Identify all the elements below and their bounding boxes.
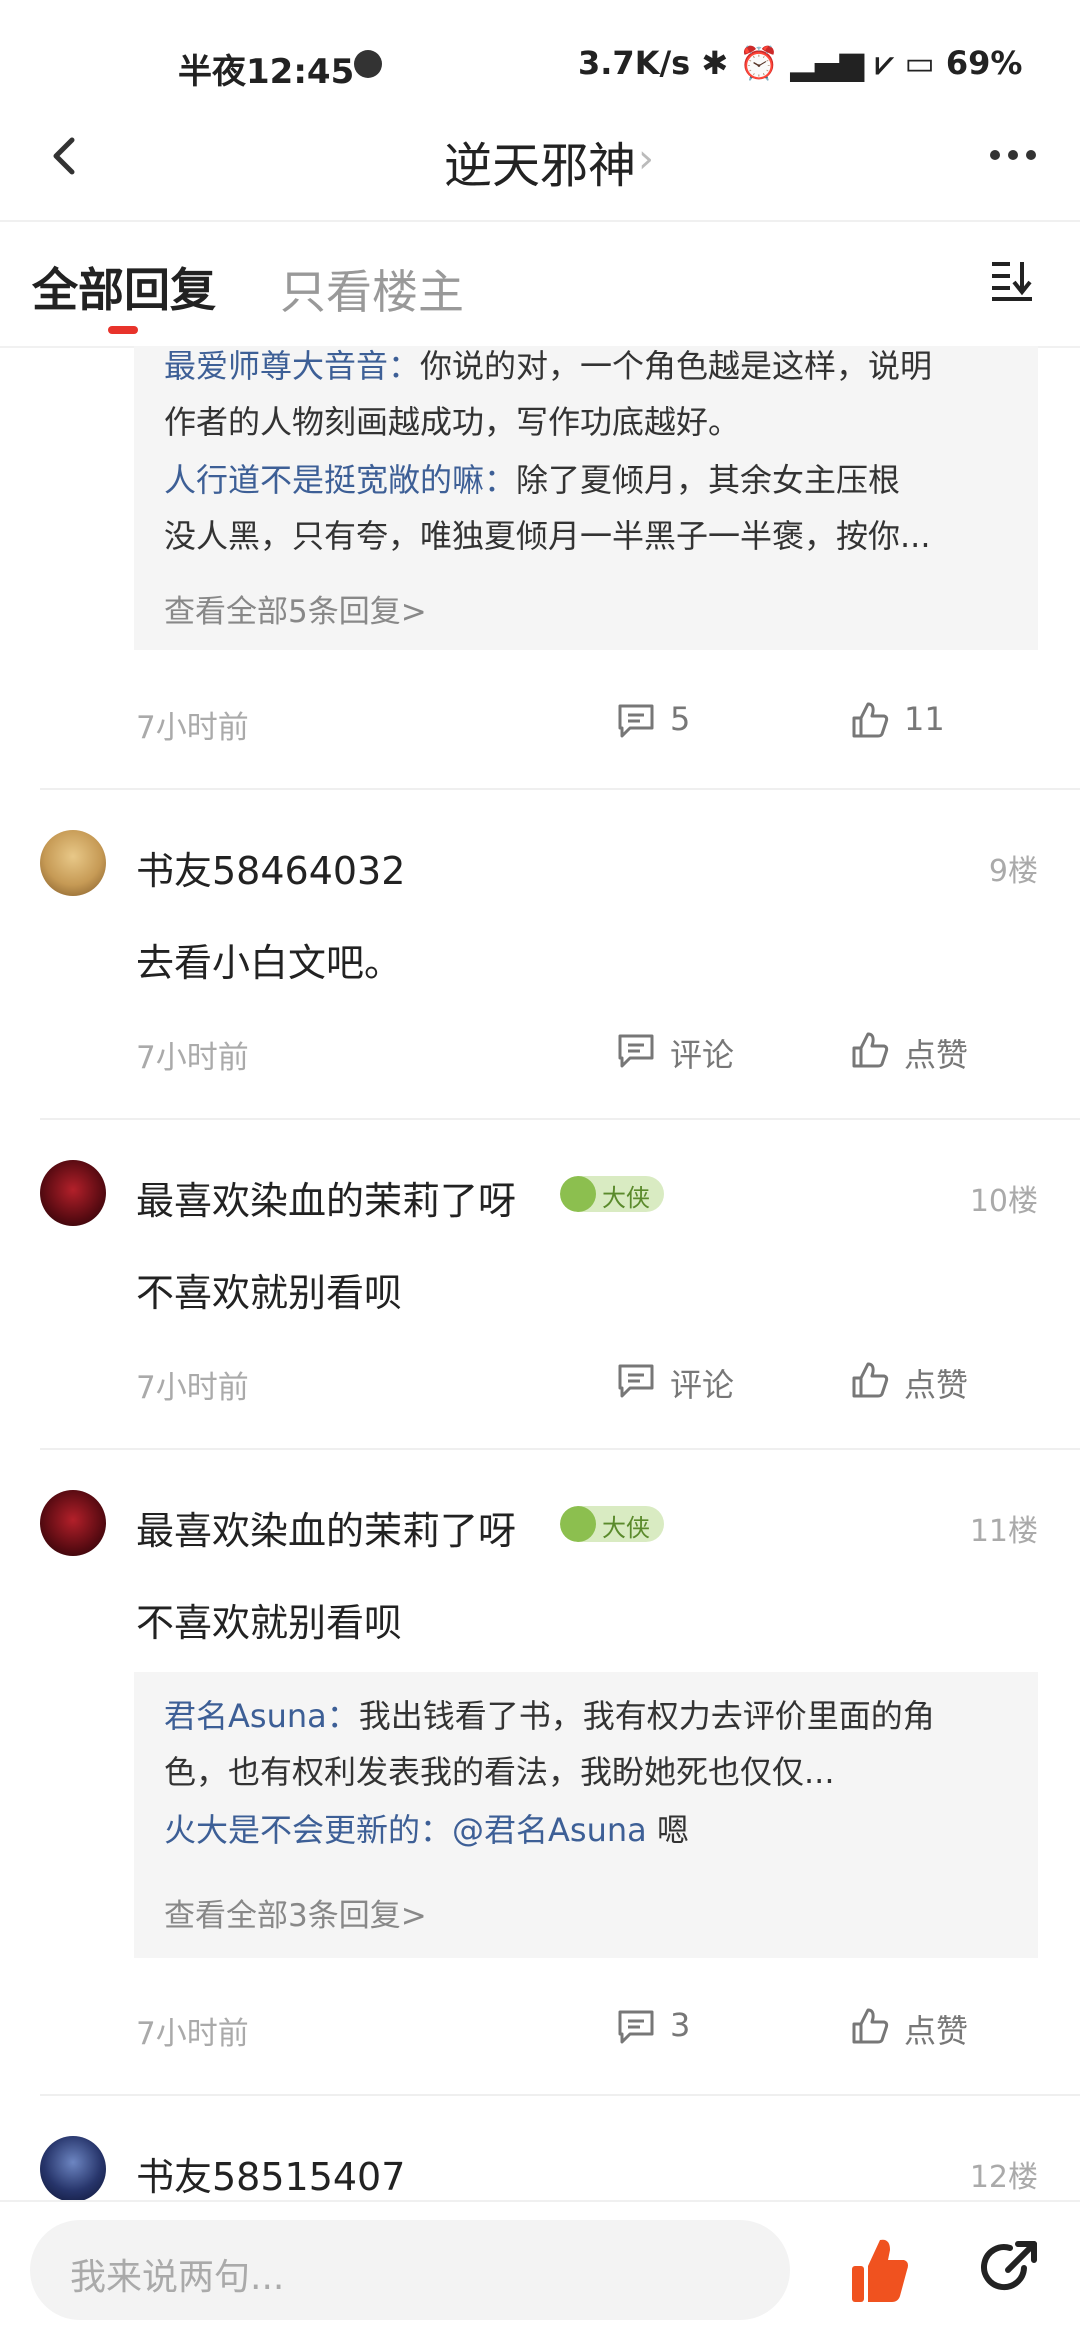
comment-count[interactable]: 5 — [670, 700, 690, 738]
reply-preview-line: 人行道不是挺宽敞的嘛：除了夏倾月，其余女主压根 — [164, 452, 900, 508]
username[interactable]: 书友58464032 — [136, 840, 405, 895]
username[interactable]: 书友58515407 — [136, 2146, 405, 2201]
avatar[interactable] — [40, 830, 106, 896]
reply-preview-line: 没人黑，只有夸，唯独夏倾月一半黑子一半褒，按你... — [164, 508, 931, 564]
more-icon[interactable] — [990, 145, 1044, 164]
comment-count[interactable]: 3 — [670, 2006, 690, 2044]
post-divider — [40, 1448, 1080, 1450]
comment-input-placeholder: 我来说两句... — [70, 2257, 285, 2298]
reply-preview-box[interactable]: 君名Asuna：我出钱看了书，我有权力去评价里面的角 色，也有权利发表我的看法，… — [134, 1672, 1038, 1958]
reply-preview-line: 最爱师尊大音音：你说的对，一个角色越是这样，说明 — [164, 338, 932, 394]
like-button[interactable]: 点赞 — [904, 1360, 968, 1406]
reply-preview-box[interactable]: 最爱师尊大音音：你说的对，一个角色越是这样，说明 作者的人物刻画越成功，写作功底… — [134, 346, 1038, 650]
post-content[interactable]: 去看小白文吧。 — [136, 932, 402, 987]
comment-button[interactable]: 评论 — [670, 1030, 734, 1076]
reply-text: 我出钱看了书，我有权力去评价里面的角 — [358, 1697, 935, 1735]
username[interactable]: 最喜欢染血的茉莉了呀 — [136, 1500, 516, 1555]
reply-text: 作者的人物刻画越成功，写作功底越好。 — [164, 403, 741, 441]
reply-author[interactable]: 人行道不是挺宽敞的嘛： — [164, 461, 516, 499]
reply-preview-line: 色，也有权利发表我的看法，我盼她死也仅仅... — [164, 1744, 835, 1800]
reply-text: 除了夏倾月，其余女主压根 — [516, 461, 901, 499]
like-icon[interactable] — [850, 2006, 890, 2046]
reply-text: 你说的对，一个角色越是这样，说明 — [420, 347, 933, 385]
like-button[interactable]: 点赞 — [904, 1030, 968, 1076]
post-content[interactable]: 不喜欢就别看呗 — [136, 1592, 402, 1647]
post-content[interactable]: 不喜欢就别看呗 — [136, 1262, 402, 1317]
post-time: 7小时前 — [136, 710, 249, 746]
view-all-replies-link[interactable]: 查看全部5条回复> — [164, 586, 427, 631]
reply-preview-line: 君名Asuna：我出钱看了书，我有权力去评价里面的角 — [164, 1688, 935, 1744]
level-badge: 大侠 — [560, 1176, 664, 1212]
chevron-right-icon: › — [638, 136, 654, 182]
tab-active-indicator — [108, 326, 138, 334]
reply-text: 色，也有权利发表我的看法，我盼她死也仅仅... — [164, 1753, 835, 1791]
floor-number: 11楼 — [969, 1514, 1038, 1549]
sort-icon[interactable] — [990, 258, 1034, 302]
post-time: 7小时前 — [136, 2016, 249, 2052]
reply-author[interactable]: 火大是不会更新的： — [164, 1811, 452, 1849]
tab-owner-only[interactable]: 只看楼主 — [280, 256, 464, 322]
nav-divider — [0, 220, 1080, 222]
post-divider — [40, 788, 1080, 790]
reply-text: 嗯 — [646, 1811, 689, 1849]
comment-button[interactable]: 评论 — [670, 1360, 734, 1406]
reply-preview-line: 火大是不会更新的：@君名Asuna 嗯 — [164, 1802, 689, 1858]
like-icon[interactable] — [850, 700, 890, 740]
like-icon[interactable] — [850, 1030, 890, 1070]
page-title[interactable]: 逆天邪神 — [0, 126, 1080, 196]
comment-icon[interactable] — [616, 2008, 656, 2046]
floor-number: 12楼 — [969, 2160, 1038, 2195]
post-time: 7小时前 — [136, 1370, 249, 1406]
comment-icon[interactable] — [616, 702, 656, 740]
level-badge: 大侠 — [560, 1506, 664, 1542]
reply-mention[interactable]: @君名Asuna — [452, 1811, 647, 1849]
like-button[interactable]: 点赞 — [904, 2006, 968, 2052]
post-divider — [40, 2094, 1080, 2096]
reply-author[interactable]: 君名Asuna： — [164, 1697, 359, 1735]
view-all-replies-link[interactable]: 查看全部3条回复> — [164, 1890, 427, 1935]
avatar[interactable] — [40, 2136, 106, 2202]
username[interactable]: 最喜欢染血的茉莉了呀 — [136, 1170, 516, 1225]
reply-text: 没人黑，只有夸，唯独夏倾月一半黑子一半褒，按你... — [164, 517, 931, 555]
post-time: 7小时前 — [136, 1040, 249, 1076]
badge-icon — [560, 1176, 596, 1212]
comment-icon[interactable] — [616, 1362, 656, 1400]
post-divider — [40, 1118, 1080, 1120]
comment-icon[interactable] — [616, 1032, 656, 1070]
status-time: 半夜12:45 — [178, 52, 355, 92]
floor-number: 10楼 — [969, 1184, 1038, 1219]
avatar[interactable] — [40, 1160, 106, 1226]
tab-all-replies[interactable]: 全部回复 — [32, 254, 216, 320]
share-icon[interactable] — [980, 2238, 1040, 2298]
like-icon[interactable] — [850, 1360, 890, 1400]
floor-number: 9楼 — [988, 854, 1038, 889]
reply-author[interactable]: 最爱师尊大音音： — [164, 347, 420, 385]
status-indicators: 3.7K/s ✱ ⏰ ▂▄▆ ⩗ ▭ 69% — [578, 44, 1023, 82]
reply-preview-line: 作者的人物刻画越成功，写作功底越好。 — [164, 394, 740, 450]
moon-icon — [354, 50, 382, 78]
like-filled-icon[interactable] — [850, 2236, 910, 2306]
badge-label: 大侠 — [602, 1184, 650, 1212]
badge-label: 大侠 — [602, 1514, 650, 1542]
badge-icon — [560, 1506, 596, 1542]
status-bar: 半夜12:45 3.7K/s ✱ ⏰ ▂▄▆ ⩗ ▭ 69% — [0, 0, 1080, 130]
like-count[interactable]: 11 — [904, 700, 945, 738]
avatar[interactable] — [40, 1490, 106, 1556]
